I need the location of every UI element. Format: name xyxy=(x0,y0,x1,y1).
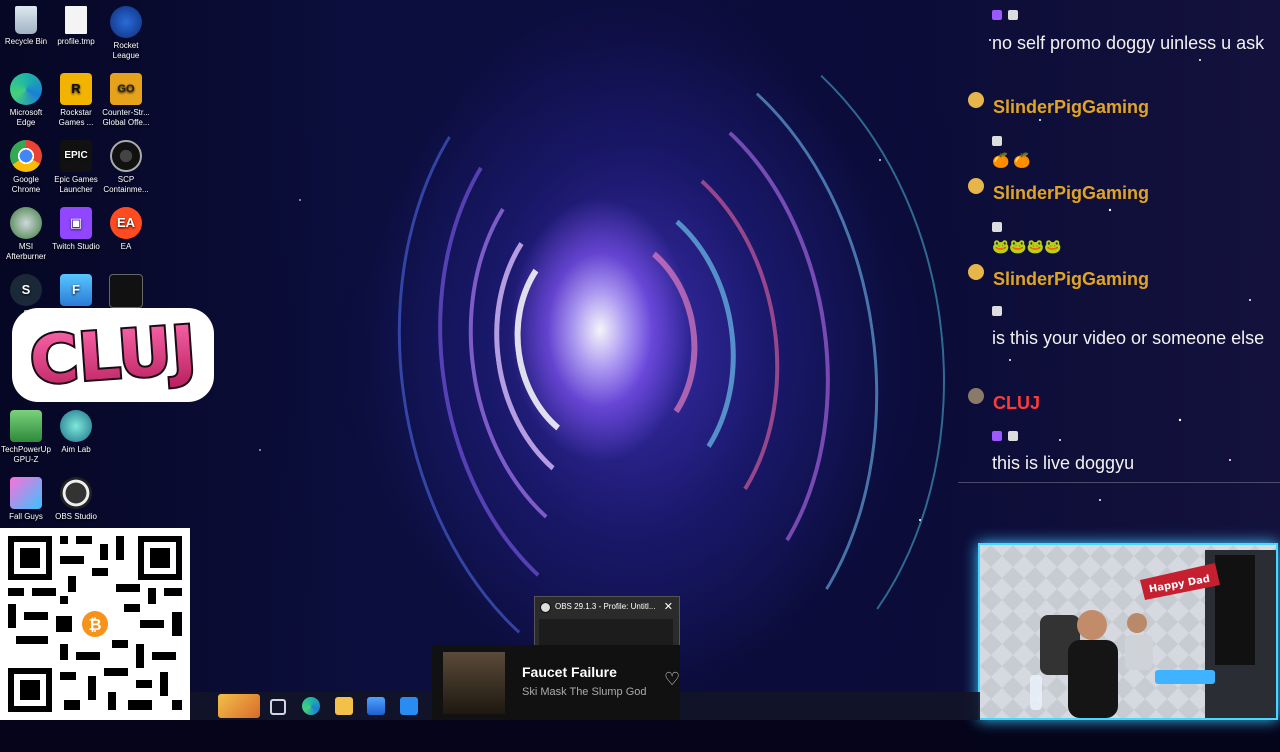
icon-label: Rockstar Games ... xyxy=(58,108,94,127)
profile-file-shortcut[interactable]: profile.tmp xyxy=(51,6,101,47)
fall-guys-icon xyxy=(10,477,42,509)
icon-label: profile.tmp xyxy=(57,37,95,46)
badge-icon xyxy=(1008,10,1018,20)
now-playing-card[interactable]: Faucet Failure Ski Mask The Slump God ♡ xyxy=(432,645,680,720)
icon-label: Aim Lab xyxy=(61,445,91,454)
chat-divider xyxy=(958,482,1280,483)
chrome-shortcut[interactable]: Google Chrome xyxy=(1,140,51,195)
icon-label: MSI Afterburner xyxy=(5,242,47,261)
recycle-bin-shortcut[interactable]: Recycle Bin xyxy=(1,6,51,47)
mail-icon[interactable] xyxy=(400,697,418,715)
ea-icon: EA xyxy=(110,207,142,239)
rocket-league-shortcut[interactable]: Rocket League xyxy=(101,6,151,61)
song-title: Faucet Failure xyxy=(522,664,617,680)
obs-preview-thumbnail xyxy=(539,619,673,645)
icon-label: Counter-Str... Global Offe... xyxy=(102,108,150,127)
csgo-shortcut[interactable]: GO Counter-Str... Global Offe... xyxy=(101,73,151,128)
chat-message-text: no self promo doggy uinless u ask xyxy=(992,33,1265,53)
badge-icon xyxy=(1008,431,1018,441)
badge-icon xyxy=(992,10,1002,20)
gpuz-shortcut[interactable]: TechPowerUp GPU-Z xyxy=(1,410,51,465)
obs-studio-icon xyxy=(60,477,92,509)
ea-shortcut[interactable]: EA EA xyxy=(101,207,151,252)
weather-widget-icon[interactable] xyxy=(218,694,260,718)
epic-games-icon: EPIC xyxy=(60,140,92,172)
edge-shortcut[interactable]: Microsoft Edge xyxy=(1,73,51,128)
icon-label: Recycle Bin xyxy=(4,37,48,46)
gpuz-icon xyxy=(10,410,42,442)
rockstar-shortcut[interactable]: R Rockstar Games ... xyxy=(51,73,101,128)
msi-afterburner-shortcut[interactable]: MSI Afterburner xyxy=(1,207,51,262)
logo-text: CLUJ xyxy=(27,311,198,399)
chat-username: CLUJ xyxy=(993,393,1041,413)
svg-text:₿: ₿ xyxy=(88,615,101,634)
scp-icon xyxy=(110,140,142,172)
rockstar-icon: R xyxy=(60,73,92,105)
obs-preview-title: OBS 29.1.3 - Profile: Untitl... xyxy=(555,602,656,611)
edge-icon xyxy=(10,73,42,105)
webcam-scene: Happy Dad xyxy=(980,545,1276,718)
aim-lab-icon xyxy=(60,410,92,442)
badge-icon xyxy=(992,136,1002,146)
twitch-studio-shortcut[interactable]: ▣ Twitch Studio xyxy=(51,207,101,252)
user-avatar xyxy=(968,388,984,404)
recycle-bin-icon xyxy=(15,6,37,34)
file-icon xyxy=(65,6,87,34)
badge-icon xyxy=(992,306,1002,316)
icon-label: Rocket League xyxy=(112,41,140,60)
icon-label: Twitch Studio xyxy=(52,242,100,251)
chat-message-text: is this your video or someone else xyxy=(992,328,1265,348)
chat-username: SlinderPigGaming xyxy=(993,269,1150,289)
icon-label: Microsoft Edge xyxy=(9,108,43,127)
icon-label: OBS Studio xyxy=(55,512,97,521)
store-icon[interactable] xyxy=(367,697,385,715)
bitcoin-qr-code: ₿ xyxy=(0,528,190,720)
chat-username: SlinderPigGaming xyxy=(993,97,1150,117)
song-artist: Ski Mask The Slump God xyxy=(522,686,647,698)
scp-shortcut[interactable]: SCP Containme... xyxy=(101,140,151,195)
cluj-logo: CLUJ xyxy=(12,308,214,402)
badge-icon xyxy=(992,222,1002,232)
csgo-icon: GO xyxy=(110,73,142,105)
user-avatar xyxy=(968,264,984,280)
close-icon[interactable]: ✕ xyxy=(664,600,673,613)
chat-message-text: 🍊 🍊 xyxy=(992,152,1031,168)
obs-taskbar-preview[interactable]: OBS 29.1.3 - Profile: Untitl... ✕ xyxy=(534,596,680,650)
icon-label: Fall Guys xyxy=(9,512,43,521)
icon-label: Epic Games Launcher xyxy=(54,175,98,194)
icon-label: Google Chrome xyxy=(11,175,41,194)
chrome-icon xyxy=(10,140,42,172)
edge-taskbar-icon[interactable] xyxy=(302,697,320,715)
twitch-studio-icon: ▣ xyxy=(60,207,92,239)
obs-studio-shortcut[interactable]: OBS Studio xyxy=(51,477,101,522)
rocket-league-icon xyxy=(110,6,142,38)
webcam-overlay: Happy Dad xyxy=(978,543,1278,720)
icon-label: TechPowerUp GPU-Z xyxy=(1,445,51,464)
album-art xyxy=(443,652,505,714)
epic-games-shortcut[interactable]: EPIC Epic Games Launcher xyxy=(51,140,101,195)
aim-lab-shortcut[interactable]: Aim Lab xyxy=(51,410,101,455)
badge-icon xyxy=(992,431,1002,441)
icon-label: SCP Containme... xyxy=(103,175,149,194)
icon-label: EA xyxy=(120,242,132,251)
stream-chat-panel: no self promo doggy uinless u ask Slinde… xyxy=(960,0,1280,480)
file-explorer-icon[interactable] xyxy=(335,697,353,715)
chat-message-text: 🐸🐸🐸🐸 xyxy=(992,238,1062,254)
chat-message-text: this is live doggyu xyxy=(992,453,1135,473)
chat-username: SlinderPigGaming xyxy=(993,183,1150,203)
heart-icon[interactable]: ♡ xyxy=(664,669,680,690)
obs-small-icon xyxy=(540,602,551,613)
task-view-icon[interactable] xyxy=(270,699,286,715)
msi-afterburner-icon xyxy=(10,207,42,239)
fall-guys-shortcut[interactable]: Fall Guys xyxy=(1,477,51,522)
user-avatar xyxy=(968,178,984,194)
user-avatar xyxy=(968,92,984,108)
